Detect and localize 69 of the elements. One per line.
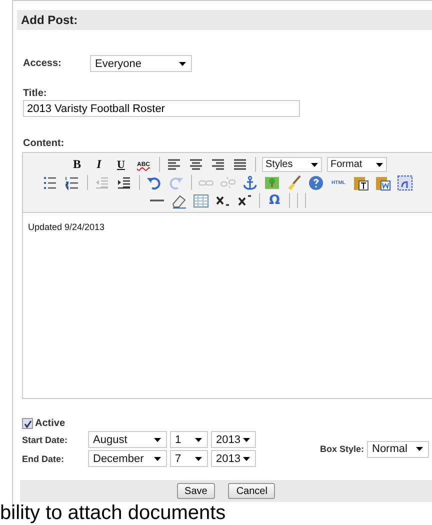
active-checkbox[interactable] [22, 418, 33, 429]
toolbar-button[interactable] [166, 156, 182, 172]
help-icon [308, 174, 324, 190]
year-select[interactable]: 2013 [211, 450, 256, 467]
numbered-list-icon [64, 174, 80, 190]
active-label: Active [35, 418, 66, 429]
dropdown-arrow-icon [243, 438, 250, 442]
horizontal-rule-icon [148, 199, 164, 202]
dropdown-arrow-icon [195, 438, 202, 442]
redo-icon [168, 174, 184, 190]
dropdown-arrow-icon [154, 438, 161, 442]
toolbar-button[interactable] [236, 192, 253, 208]
access-select[interactable]: Everyone [90, 55, 192, 72]
toolbar-dropdown[interactable]: Format [326, 157, 386, 172]
paste-word-icon [375, 174, 391, 190]
justify-icon [232, 156, 248, 172]
dropdown-arrow-icon [154, 456, 161, 460]
date-label: End Date: [22, 454, 66, 464]
box-style-label: Box Style: [320, 444, 364, 454]
dropdown-arrow-icon [243, 456, 250, 460]
toolbar-button[interactable] [210, 156, 226, 172]
eraser-icon [170, 192, 186, 208]
align-right-icon [210, 156, 226, 172]
checkmark-icon [24, 420, 32, 428]
form-button[interactable]: Cancel [228, 483, 276, 499]
undo-icon [146, 174, 162, 190]
toolbar-button[interactable] [188, 156, 204, 172]
toolbar-button[interactable] [232, 156, 248, 172]
title-input[interactable]: 2013 Varisty Football Roster [23, 100, 300, 117]
year-select[interactable]: 2013 [211, 431, 256, 448]
dropdown-arrow-icon [416, 447, 423, 451]
special-character-button[interactable]: Ω [266, 192, 283, 208]
bullet-list-icon [42, 174, 58, 190]
box-style-select[interactable]: Normal [367, 440, 429, 458]
title-label: Title: [23, 88, 48, 99]
toolbar-button[interactable] [116, 174, 132, 190]
align-left-icon [166, 156, 182, 172]
outdent-icon [94, 174, 110, 190]
access-label: Access: [23, 58, 62, 69]
superscript-icon [236, 192, 252, 208]
select-all-icon [397, 174, 413, 190]
image-icon [264, 174, 280, 190]
panel-title: Add Post: [21, 13, 78, 27]
bold-button[interactable]: B [68, 156, 86, 172]
dropdown-arrow-icon [310, 162, 318, 166]
day-select[interactable]: 7 [170, 450, 208, 467]
paste-text-icon [353, 174, 369, 190]
dropdown-arrow-icon [179, 62, 186, 66]
caption-text: bility to attach documents [0, 502, 227, 524]
day-select[interactable]: 1 [170, 431, 208, 448]
italic-button[interactable]: I [90, 156, 108, 172]
month-select[interactable]: August [88, 431, 167, 448]
content-label: Content: [23, 138, 64, 149]
anchor-icon [242, 174, 258, 190]
toolbar-button[interactable] [352, 174, 370, 190]
unlink-icon [220, 174, 236, 190]
dropdown-arrow-icon [195, 456, 202, 460]
toolbar-button[interactable] [64, 174, 80, 190]
date-label: Start Date: [22, 434, 69, 444]
month-select[interactable]: December [88, 450, 167, 467]
brush-icon [286, 174, 302, 190]
table-icon [192, 192, 208, 208]
indent-icon [116, 174, 132, 190]
underline-button[interactable]: U [112, 156, 130, 172]
dropdown-arrow-icon [376, 162, 382, 166]
align-center-icon [188, 156, 204, 172]
form-button[interactable]: Save [176, 483, 216, 499]
toolbar-button[interactable] [42, 174, 58, 190]
toolbar-dropdown[interactable]: Styles [262, 157, 322, 172]
